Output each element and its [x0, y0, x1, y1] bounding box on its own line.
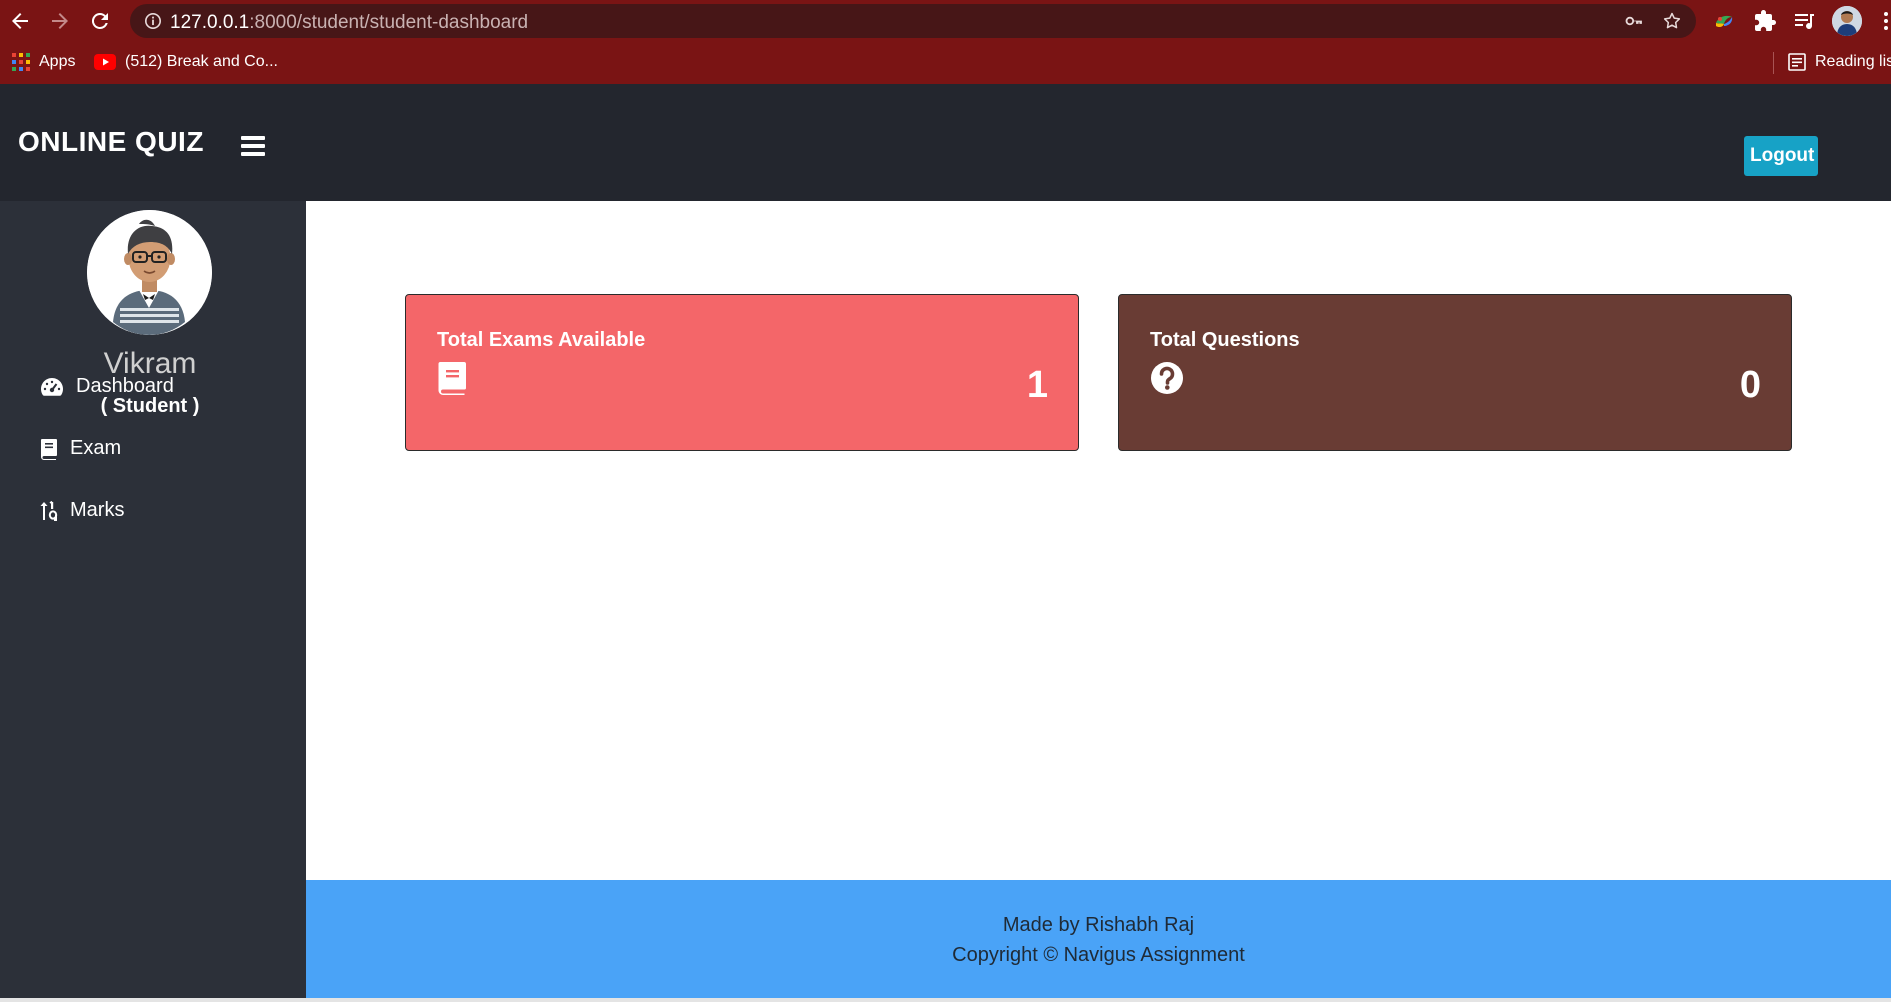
card-title: Total Exams Available [437, 329, 646, 351]
reading-list[interactable]: Reading list [1788, 53, 1891, 71]
reading-list-label: Reading list [1815, 53, 1891, 70]
sort-numeric-icon [40, 500, 58, 521]
bookmark-apps-label: Apps [39, 53, 76, 70]
info-icon[interactable] [144, 12, 162, 30]
url-path: :8000/student/student-dashboard [249, 12, 529, 33]
extension-colorful-icon[interactable] [1712, 9, 1736, 33]
extensions-puzzle-icon[interactable] [1753, 9, 1777, 33]
forward-arrow-icon[interactable] [48, 9, 72, 33]
sidebar-item-marks-label: Marks [70, 499, 125, 521]
user-avatar [87, 210, 212, 335]
card-title: Total Questions [1150, 329, 1300, 351]
total-exams-card: Total Exams Available 1 [405, 294, 1079, 451]
url-host: 127.0.0.1 [170, 12, 250, 33]
bookmark-youtube[interactable]: (512) Break and Co... [94, 53, 278, 71]
sidebar-item-exam-label: Exam [70, 437, 122, 459]
total-questions-card: Total Questions 0 [1118, 294, 1792, 451]
menu-kebab-icon[interactable] [1874, 9, 1891, 33]
url-text[interactable]: 127.0.0.1:8000/student/student-dashboard [170, 12, 528, 34]
brand-title[interactable]: ONLINE QUIZ [18, 126, 204, 158]
apps-grid-icon [12, 53, 30, 71]
student-avatar-icon [87, 210, 212, 335]
app-navbar: ONLINE QUIZ Logout [0, 84, 1891, 201]
footer-copyright: Copyright © Navigus Assignment [952, 944, 1245, 966]
footer: Made by Rishabh Raj Copyright © Navigus … [306, 880, 1891, 998]
youtube-icon [94, 54, 116, 70]
card-value: 0 [1739, 364, 1761, 406]
bookmarks-bar: Apps (512) Break and Co... Reading list [0, 42, 1891, 84]
address-bar[interactable]: 127.0.0.1:8000/student/student-dashboard [130, 4, 1696, 38]
profile-person-icon [1832, 6, 1862, 36]
media-playlist-icon[interactable] [1792, 9, 1816, 33]
book-icon [41, 438, 57, 460]
browser-toolbar: 127.0.0.1:8000/student/student-dashboard [0, 0, 1891, 42]
sidebar: Vikram ( Student ) Dashboard Exam Marks [0, 201, 306, 1002]
sidebar-item-exam[interactable]: Exam [40, 437, 121, 460]
back-arrow-icon[interactable] [8, 9, 32, 33]
book-icon [438, 362, 466, 395]
hamburger-menu-icon[interactable] [241, 132, 265, 160]
window-bottom-edge [0, 998, 1891, 1002]
star-bookmark-icon[interactable] [1662, 11, 1682, 31]
tachometer-icon [41, 377, 64, 396]
sidebar-item-dashboard-label: Dashboard [76, 375, 174, 397]
reload-icon[interactable] [88, 9, 112, 33]
reading-list-icon [1788, 53, 1806, 71]
question-circle-icon [1151, 362, 1183, 394]
bookmark-apps[interactable]: Apps [12, 53, 75, 71]
footer-credit: Made by Rishabh Raj [1002, 914, 1195, 936]
sidebar-item-marks[interactable]: Marks [40, 499, 124, 522]
key-icon[interactable] [1624, 11, 1644, 31]
bookmark-youtube-label: (512) Break and Co... [125, 53, 278, 70]
profile-avatar[interactable] [1832, 6, 1862, 36]
logout-button[interactable]: Logout [1744, 136, 1818, 176]
sidebar-item-dashboard[interactable]: Dashboard [40, 375, 174, 398]
card-value: 1 [1026, 364, 1048, 406]
bookmarks-divider [1773, 52, 1774, 74]
user-role: ( Student ) [100, 395, 200, 417]
